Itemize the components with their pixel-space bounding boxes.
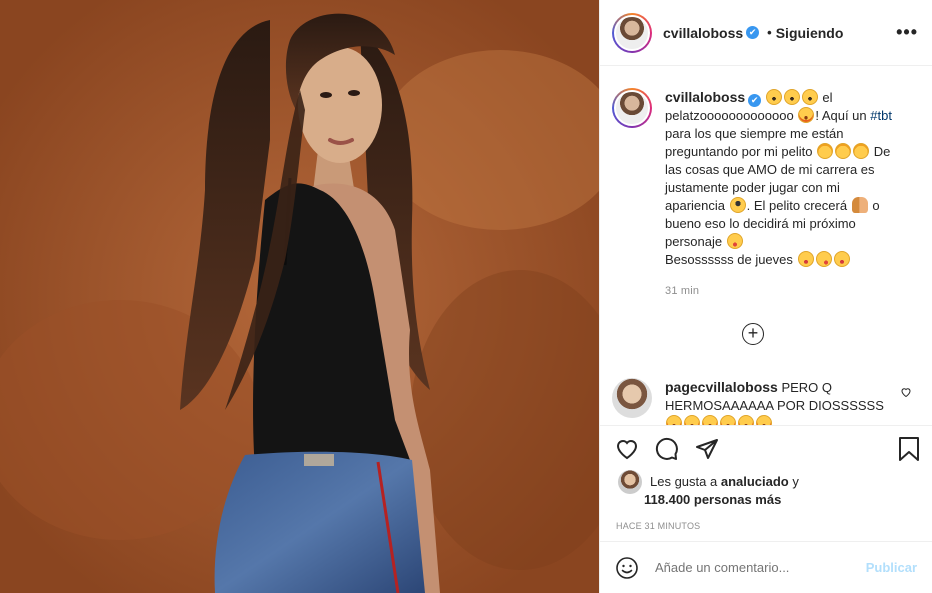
hugging-emoji-icon	[853, 143, 870, 159]
comment-icon[interactable]	[655, 437, 679, 461]
caption: cvillaloboss ✔ el pelatzooooooooooooo ! A…	[612, 88, 918, 269]
star-struck-emoji-icon	[720, 415, 736, 425]
author-avatar[interactable]	[612, 12, 652, 53]
caption-username[interactable]: cvillaloboss	[665, 89, 745, 105]
verified-icon: ✔	[748, 94, 762, 107]
likes-prefix: Les gusta a	[650, 474, 718, 489]
post-comment-button[interactable]: Publicar	[866, 560, 917, 575]
star-struck-emoji-icon	[756, 415, 772, 425]
author-meta: cvillaloboss ✔ • Siguiendo	[663, 25, 843, 41]
kiss-emoji-icon	[833, 251, 850, 267]
share-icon[interactable]	[695, 437, 719, 461]
wink-emoji-icon	[815, 251, 832, 267]
sunglasses-emoji-icon	[729, 197, 746, 213]
post-photo[interactable]	[0, 0, 599, 593]
star-struck-emoji-icon	[684, 415, 700, 425]
more-icon[interactable]: •••	[896, 22, 918, 43]
following-button[interactable]: Siguiendo	[776, 25, 844, 41]
verified-icon: ✔	[746, 26, 760, 39]
photo-illustration	[0, 0, 599, 593]
post-modal: cvillaloboss ✔ • Siguiendo ••• cvillalob…	[0, 0, 932, 593]
star-struck-emoji-icon	[666, 415, 682, 425]
add-comment-bar: Publicar	[600, 541, 932, 593]
scream-emoji-icon	[783, 89, 800, 105]
emoji-icon[interactable]	[615, 556, 639, 580]
add-comment-input[interactable]	[655, 560, 866, 575]
heart-icon[interactable]	[615, 437, 639, 461]
author-username[interactable]: cvillaloboss	[663, 25, 743, 41]
hugging-emoji-icon	[817, 143, 834, 159]
likes-row: Les gusta a analuciado y	[600, 470, 932, 494]
action-bar	[600, 425, 932, 471]
caption-text: cvillaloboss ✔ el pelatzooooooooooooo ! A…	[665, 88, 897, 269]
comment-item: pagecvillaloboss PERO Q HERMOSAAAAAA POR…	[612, 378, 920, 425]
comment-like-heart-icon[interactable]	[900, 386, 912, 401]
commenter-avatar[interactable]	[612, 378, 652, 418]
star-struck-emoji-icon	[738, 415, 754, 425]
hashtag-link[interactable]: #tbt	[870, 108, 892, 123]
post-sidebar: cvillaloboss ✔ • Siguiendo ••• cvillalob…	[599, 0, 932, 593]
tongue-emoji-icon	[726, 233, 743, 249]
scream-emoji-icon	[765, 89, 782, 105]
caption-part-2: ! Aquí un	[815, 108, 867, 123]
caption-part-5: . El pelito crecerá	[746, 198, 848, 213]
bookmark-icon[interactable]	[898, 436, 920, 461]
comments-area[interactable]: cvillaloboss ✔ el pelatzooooooooooooo ! A…	[600, 66, 932, 425]
commenter-username[interactable]: pagecvillaloboss	[665, 379, 778, 395]
likes-count[interactable]: 118.400 personas más	[600, 491, 932, 509]
likes-text: Les gusta a analuciado y	[650, 473, 799, 491]
plus-circle-icon[interactable]: +	[742, 323, 764, 345]
caption-time: 31 min	[665, 285, 700, 297]
scream-emoji-icon	[801, 89, 818, 105]
raised-hands-emoji-icon	[851, 197, 868, 213]
hugging-emoji-icon	[835, 143, 852, 159]
caption-avatar[interactable]	[612, 88, 652, 128]
post-header: cvillaloboss ✔ • Siguiendo •••	[600, 0, 932, 66]
post-timestamp[interactable]: HACE 31 MINUTOS	[600, 509, 932, 541]
kiss-emoji-icon	[797, 251, 814, 267]
separator: •	[767, 25, 772, 40]
likes-conj: y	[792, 474, 799, 489]
star-struck-emoji-icon	[702, 415, 718, 425]
comment-text-block: pagecvillaloboss PERO Q HERMOSAAAAAA POR…	[665, 378, 890, 425]
liker-username[interactable]: analuciado	[721, 474, 789, 489]
star-struck-emoji-icon	[798, 107, 815, 123]
caption-part-7: Besossssss de jueves	[665, 252, 793, 267]
